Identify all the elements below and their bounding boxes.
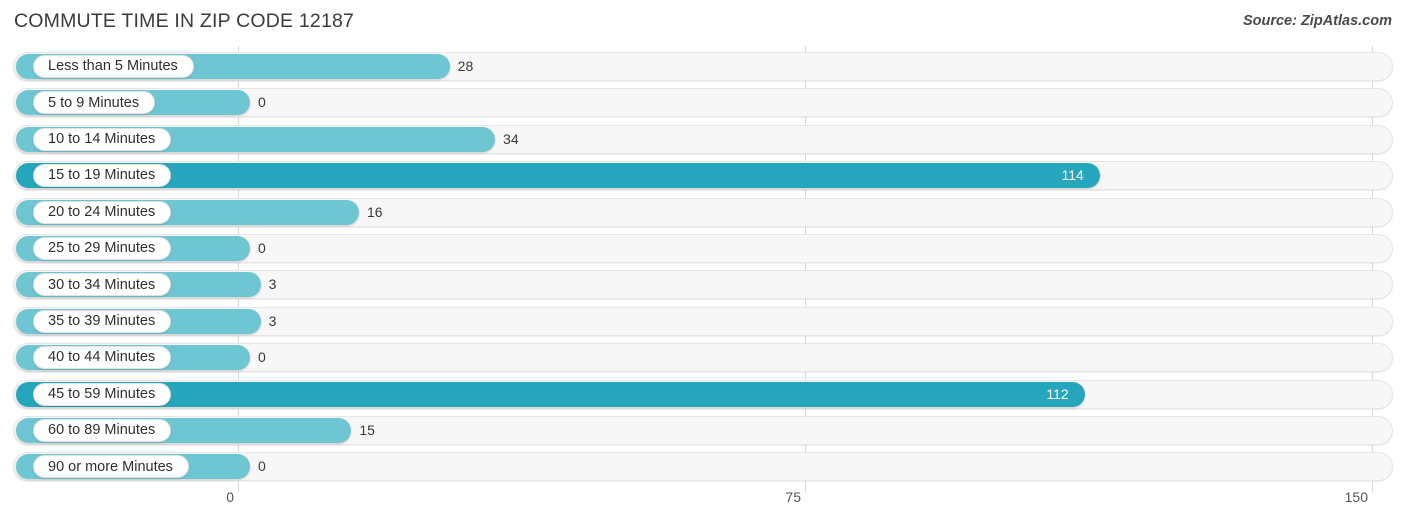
bar-category-label: 5 to 9 Minutes	[48, 94, 140, 111]
bar-label-pill: 10 to 14 Minutes	[33, 127, 172, 151]
bar-category-label: 30 to 34 Minutes	[48, 276, 156, 293]
bar-value-label: 16	[366, 203, 383, 220]
bar-label-pill: 20 to 24 Minutes	[33, 200, 172, 224]
bar-value-label: 0	[258, 240, 266, 256]
bar-category-label: 40 to 44 Minutes	[48, 349, 156, 366]
bar-value-label: 0	[258, 94, 266, 111]
bar-category-label: 25 to 29 Minutes	[48, 240, 156, 257]
bar-value-label: 114	[1061, 167, 1084, 184]
bar-fill[interactable]	[16, 381, 1085, 407]
bar-label-pill: 30 to 34 Minutes	[33, 273, 172, 297]
bar-row[interactable]: 90 or more Minutes 0	[13, 452, 1393, 482]
bar-label-pill: 60 to 89 Minutes	[33, 419, 172, 442]
bar-value-label: 34	[503, 130, 519, 147]
bar-label-pill: 15 to 19 Minutes	[33, 164, 172, 188]
bar-category-label: 35 to 39 Minutes	[48, 313, 156, 330]
page-title: COMMUTE TIME IN ZIP CODE 12187	[14, 10, 355, 32]
bar-label-pill: 45 to 59 Minutes	[33, 382, 172, 406]
bar-value-label: 112	[1046, 385, 1069, 402]
bar-row[interactable]: 30 to 34 Minutes 3	[13, 270, 1393, 300]
bar-row[interactable]: Less than 5 Minutes 28	[13, 52, 1393, 81]
bar-row[interactable]: 35 to 39 Minutes 3	[13, 306, 1393, 336]
bar-row[interactable]: 10 to 14 Minutes 34	[13, 124, 1393, 154]
bar-row[interactable]: 20 to 24 Minutes 16	[13, 197, 1393, 227]
bar-value-label: 3	[268, 276, 277, 293]
bar-row[interactable]: 60 to 89 Minutes 15	[13, 416, 1393, 445]
bar-category-label: 10 to 14 Minutes	[48, 131, 156, 148]
bar-category-label: 90 or more Minutes	[48, 458, 173, 475]
bar-category-label: 60 to 89 Minutes	[48, 422, 156, 439]
bar-label-pill: 5 to 9 Minutes	[33, 91, 156, 115]
bar-label-pill: 25 to 29 Minutes	[33, 237, 172, 260]
bar-row[interactable]: 25 to 29 Minutes 0	[13, 234, 1393, 263]
bar-category-label: 45 to 59 Minutes	[48, 385, 156, 402]
axis-tick-label: 0	[226, 489, 234, 505]
bar-value-label: 3	[268, 312, 277, 329]
bar-row[interactable]: 15 to 19 Minutes 114	[13, 161, 1393, 191]
bar-label-pill: 90 or more Minutes	[33, 455, 189, 479]
chart-header: COMMUTE TIME IN ZIP CODE 12187 Source: Z…	[0, 0, 1406, 44]
source-attribution: Source: ZipAtlas.com	[1242, 13, 1392, 29]
bar-value-label: 15	[359, 422, 375, 438]
bar-label-pill: Less than 5 Minutes	[33, 55, 194, 78]
bar-label-pill: 35 to 39 Minutes	[33, 309, 172, 333]
bar-category-label: Less than 5 Minutes	[48, 58, 178, 75]
axis-tick-label: 75	[785, 489, 801, 505]
bar-value-label: 28	[457, 58, 474, 74]
bar-row[interactable]: 40 to 44 Minutes 0	[13, 343, 1393, 373]
bar-category-label: 15 to 19 Minutes	[48, 167, 156, 184]
bar-label-pill: 40 to 44 Minutes	[33, 346, 172, 370]
bar-value-label: 0	[258, 458, 266, 475]
bar-category-label: 20 to 24 Minutes	[48, 203, 156, 220]
chart-plot-area: Less than 5 Minutes 28 5 to 9 Minutes 0 10 t…	[0, 44, 1406, 492]
x-axis: 0 75 150	[0, 489, 1406, 513]
bar-row[interactable]: 45 to 59 Minutes 112	[13, 379, 1393, 409]
bar-row[interactable]: 5 to 9 Minutes 0	[13, 88, 1393, 118]
bar-value-label: 0	[258, 349, 266, 366]
bar-fill[interactable]	[16, 163, 1100, 189]
axis-tick-label: 150	[1344, 489, 1368, 505]
